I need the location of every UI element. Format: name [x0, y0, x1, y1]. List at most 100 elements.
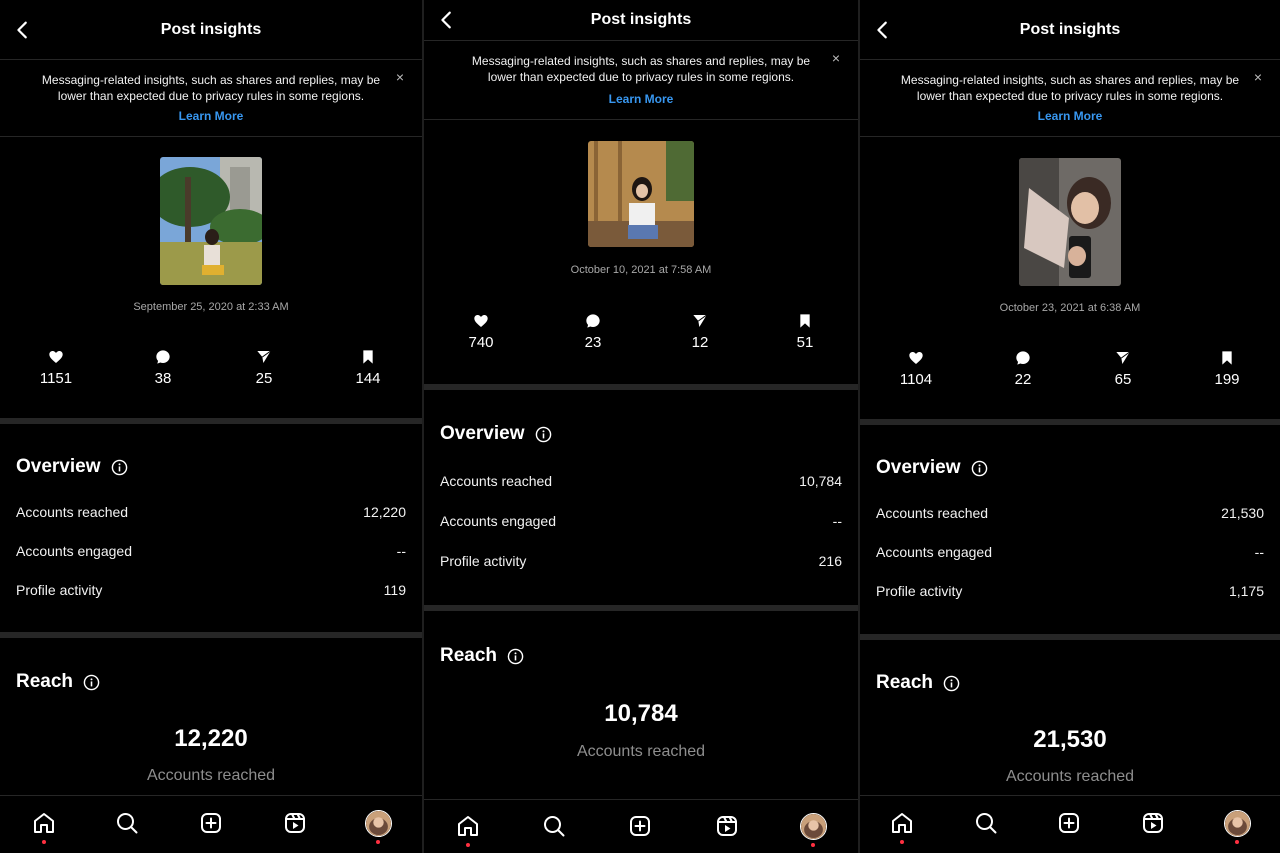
comment-icon: [156, 350, 170, 364]
accounts-reached-row[interactable]: Accounts reached 10,784: [440, 473, 842, 489]
tab-create[interactable]: [196, 808, 226, 838]
send-icon: [693, 314, 707, 327]
likes-count: 1104: [899, 371, 933, 388]
tab-search[interactable]: [971, 808, 1001, 838]
tab-search[interactable]: [539, 811, 569, 841]
info-icon[interactable]: [971, 460, 988, 477]
notification-dot: [376, 840, 380, 844]
tab-profile[interactable]: [1222, 808, 1252, 844]
insights-panel-3: Post insights Messaging-related insights…: [860, 0, 1280, 853]
likes-count: 1151: [39, 370, 73, 387]
bottom-tab-bar: [424, 799, 858, 853]
heart-icon: [909, 352, 923, 364]
accounts-reached-row[interactable]: Accounts reached 21,530: [876, 505, 1264, 521]
comments-stat: 22: [983, 349, 1063, 388]
likes-count: 740: [468, 334, 494, 351]
learn-more-link[interactable]: Learn More: [860, 109, 1280, 123]
info-icon[interactable]: [535, 426, 552, 443]
tab-home[interactable]: [887, 808, 917, 844]
close-icon[interactable]: ×: [832, 50, 840, 66]
close-icon[interactable]: ×: [1254, 69, 1262, 85]
info-icon[interactable]: [507, 648, 524, 665]
close-icon[interactable]: ×: [396, 69, 404, 85]
profile-activity-row[interactable]: Profile activity 119: [16, 582, 406, 598]
info-icon[interactable]: [943, 675, 960, 692]
reach-label: Accounts reached: [1005, 768, 1135, 785]
post-thumbnail[interactable]: [588, 141, 694, 247]
bookmark-icon: [363, 350, 373, 364]
row-value: 119: [383, 582, 406, 598]
shares-count: 25: [255, 370, 273, 387]
post-thumbnail[interactable]: [1019, 158, 1121, 286]
accounts-engaged-row[interactable]: Accounts engaged --: [876, 544, 1264, 560]
tab-profile[interactable]: [363, 808, 393, 844]
comments-stat: 38: [123, 348, 203, 387]
comments-count: 22: [1014, 371, 1032, 388]
reels-icon: [1143, 813, 1163, 833]
info-icon[interactable]: [83, 674, 100, 691]
row-value: --: [1254, 544, 1264, 560]
row-label: Accounts engaged: [16, 543, 132, 559]
reach-heading: Reach: [16, 671, 74, 692]
info-icon[interactable]: [111, 459, 128, 476]
insights-panel-2: Post insights Messaging-related insights…: [424, 0, 858, 853]
tab-reels[interactable]: [280, 808, 310, 838]
header: Post insights: [0, 0, 422, 60]
tab-create[interactable]: [625, 811, 655, 841]
create-icon: [201, 813, 221, 833]
tab-create[interactable]: [1054, 808, 1084, 838]
privacy-notice: Messaging-related insights, such as shar…: [424, 42, 858, 120]
accounts-engaged-row[interactable]: Accounts engaged --: [16, 543, 406, 559]
shares-stat: 25: [224, 348, 304, 387]
engagement-stats: 740 23 12 51: [424, 312, 858, 362]
notice-text: Messaging-related insights, such as shar…: [41, 73, 381, 103]
engagement-stats: 1151 38 25 144: [0, 348, 422, 398]
saves-count: 199: [1214, 371, 1240, 388]
comment-icon: [1016, 351, 1030, 365]
row-value: 12,220: [363, 504, 406, 520]
section-divider: [424, 605, 858, 611]
reach-title: Reach: [16, 671, 100, 693]
send-icon: [1116, 351, 1130, 364]
accounts-engaged-row[interactable]: Accounts engaged --: [440, 513, 842, 529]
shares-count: 12: [691, 334, 709, 351]
row-label: Profile activity: [16, 582, 103, 598]
search-icon: [544, 816, 565, 837]
search-icon: [976, 813, 997, 834]
reach-number: 10,784: [604, 700, 678, 727]
tab-search[interactable]: [112, 808, 142, 838]
notification-dot: [900, 840, 904, 844]
accounts-reached-row[interactable]: Accounts reached 12,220: [16, 504, 406, 520]
saves-stat: 51: [765, 312, 845, 351]
tab-home[interactable]: [29, 808, 59, 844]
page-title: Post insights: [160, 20, 262, 38]
bottom-tab-bar: [0, 795, 422, 853]
row-label: Profile activity: [876, 583, 963, 599]
learn-more-link[interactable]: Learn More: [0, 109, 422, 123]
row-value: --: [832, 513, 842, 529]
header: Post insights: [860, 0, 1280, 60]
tab-home[interactable]: [453, 811, 483, 847]
home-icon: [892, 813, 912, 833]
profile-activity-row[interactable]: Profile activity 1,175: [876, 583, 1264, 599]
row-label: Accounts reached: [876, 505, 989, 521]
comments-stat: 23: [553, 312, 633, 351]
row-label: Accounts reached: [16, 504, 129, 520]
tab-reels[interactable]: [1138, 808, 1168, 838]
overview-heading: Overview: [16, 456, 101, 477]
engagement-stats: 1104 22 65 199: [860, 349, 1280, 399]
notification-dot: [42, 840, 46, 844]
section-divider: [860, 634, 1280, 640]
tab-reels[interactable]: [712, 811, 742, 841]
saves-count: 144: [355, 370, 381, 387]
profile-activity-row[interactable]: Profile activity 216: [440, 553, 842, 569]
row-value: 21,530: [1221, 505, 1264, 521]
learn-more-link[interactable]: Learn More: [424, 92, 858, 106]
post-thumbnail[interactable]: [160, 157, 262, 285]
row-label: Profile activity: [440, 553, 527, 569]
bottom-tab-bar: [860, 795, 1280, 853]
bookmark-icon: [800, 314, 810, 328]
notification-dot: [811, 843, 815, 847]
profile-avatar: [799, 812, 827, 840]
tab-profile[interactable]: [798, 811, 828, 847]
